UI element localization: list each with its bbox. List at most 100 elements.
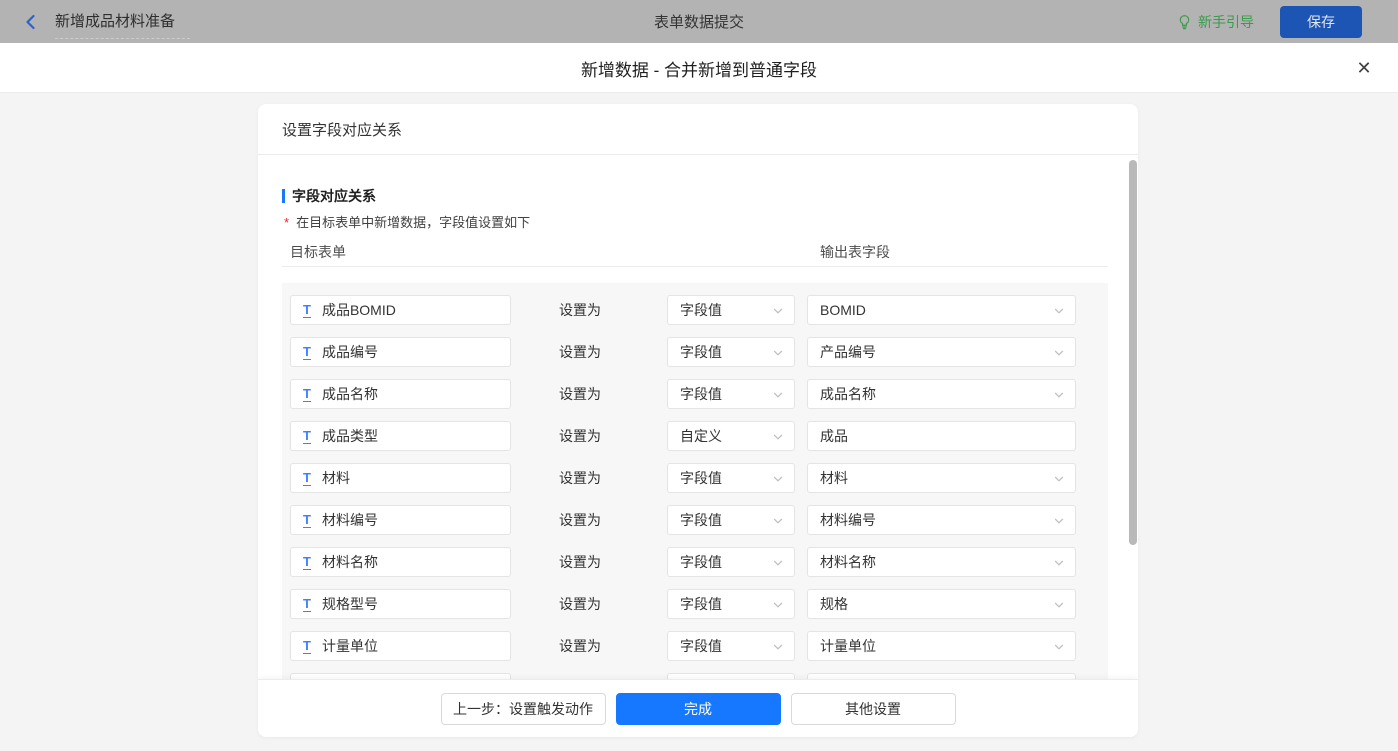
mode-select-value: 字段值	[680, 342, 722, 362]
required-note: *在目标表单中新增数据，字段值设置如下	[284, 212, 530, 231]
mode-select[interactable]: 字段值	[667, 379, 795, 409]
mapping-row: T 成品类型 设置为 自定义 成品	[282, 421, 1108, 451]
other-settings-button[interactable]: 其他设置	[791, 693, 956, 725]
output-select-value: 成品	[820, 426, 848, 446]
section-accent-bar	[282, 189, 285, 203]
chevron-down-icon	[1053, 557, 1065, 569]
text-field-type-icon: T	[303, 597, 311, 612]
set-as-label: 设置为	[559, 295, 601, 325]
chevron-down-icon	[772, 515, 784, 527]
output-field-select[interactable]: 材料名称	[807, 547, 1076, 577]
output-select-value: 产品编号	[820, 342, 876, 362]
output-select-value: 成品名称	[820, 384, 876, 404]
target-field-label: 材料	[322, 468, 350, 488]
target-field-label: 成品BOMID	[322, 300, 396, 320]
custom-value-input[interactable]: 成品	[807, 421, 1076, 451]
output-select-value: 计量单位	[820, 636, 876, 656]
mode-select[interactable]: 字段值	[667, 505, 795, 535]
mode-select-value: 字段值	[680, 552, 722, 572]
chevron-down-icon	[1053, 599, 1065, 611]
target-field-input[interactable]: T 计量单位	[290, 631, 511, 661]
finish-button[interactable]: 完成	[616, 693, 781, 725]
text-field-type-icon: T	[303, 387, 311, 402]
topbar: 新增成品材料准备 表单数据提交 新手引导 保存	[0, 0, 1398, 43]
card-footer: 上一步：设置触发动作 完成 其他设置	[258, 679, 1138, 737]
column-header-divider	[282, 266, 1108, 267]
target-field-input[interactable]: T 成品BOMID	[290, 295, 511, 325]
text-field-type-icon: T	[303, 513, 311, 528]
mode-select-value: 自定义	[680, 426, 722, 446]
set-as-label: 设置为	[559, 505, 601, 535]
output-field-select[interactable]: 产品编号	[807, 337, 1076, 367]
output-field-select[interactable]: 材料	[807, 463, 1076, 493]
target-field-label: 成品类型	[322, 426, 378, 446]
chevron-down-icon	[1053, 305, 1065, 317]
field-mapping-card: 设置字段对应关系 字段对应关系 *在目标表单中新增数据，字段值设置如下 目标表单…	[258, 104, 1138, 737]
target-field-input[interactable]: T 成品类型	[290, 421, 511, 451]
text-field-type-icon: T	[303, 429, 311, 444]
output-select-value: 材料名称	[820, 552, 876, 572]
set-as-label: 设置为	[559, 547, 601, 577]
chevron-down-icon	[772, 641, 784, 653]
output-field-select[interactable]: 材料编号	[807, 505, 1076, 535]
output-field-select[interactable]: 成品名称	[807, 379, 1076, 409]
mapping-row: T 计量单位 设置为 字段值 计量单位	[282, 631, 1108, 661]
guide-lightbulb-icon	[1177, 14, 1192, 30]
output-field-select[interactable]: BOMID	[807, 295, 1076, 325]
close-icon[interactable]: ✕	[1353, 57, 1375, 79]
mapping-row: T 材料名称 设置为 字段值 材料名称	[282, 547, 1108, 577]
target-field-label: 材料名称	[322, 552, 378, 572]
text-field-type-icon: T	[303, 471, 311, 486]
output-select-value: 材料	[820, 468, 848, 488]
topbar-actions: 新手引导 保存	[1177, 0, 1362, 43]
mapping-row: T 材料 设置为 字段值 材料	[282, 463, 1108, 493]
column-header-output-fields: 输出表字段	[820, 242, 890, 262]
target-field-label: 材料编号	[322, 510, 378, 530]
text-field-type-icon: T	[303, 639, 311, 654]
mode-select-value: 字段值	[680, 510, 722, 530]
set-as-label: 设置为	[559, 337, 601, 367]
mapping-row: T 规格型号 设置为 字段值 规格	[282, 589, 1108, 619]
modal-title: 新增数据 - 合并新增到普通字段	[0, 43, 1398, 93]
text-field-type-icon: T	[303, 345, 311, 360]
mapping-row: T 成品编号 设置为 字段值 产品编号	[282, 337, 1108, 367]
mapping-rows-panel: T 成品BOMID 设置为 字段值 BOMID T 成品编号 设置为 字段值	[282, 283, 1108, 679]
previous-step-button[interactable]: 上一步：设置触发动作	[441, 693, 606, 725]
set-as-label: 设置为	[559, 379, 601, 409]
target-field-input[interactable]: T 成品编号	[290, 337, 511, 367]
column-header-target-form: 目标表单	[290, 242, 346, 262]
mode-select[interactable]: 字段值	[667, 631, 795, 661]
target-field-input[interactable]: T 规格型号	[290, 589, 511, 619]
new-user-guide-link[interactable]: 新手引导	[1177, 12, 1254, 32]
chevron-down-icon	[772, 431, 784, 443]
save-button[interactable]: 保存	[1280, 6, 1362, 38]
text-field-type-icon: T	[303, 555, 311, 570]
target-field-input[interactable]: T 材料	[290, 463, 511, 493]
note-text: 在目标表单中新增数据，字段值设置如下	[296, 215, 530, 230]
target-field-input[interactable]: T 成品名称	[290, 379, 511, 409]
mode-select-value: 字段值	[680, 468, 722, 488]
chevron-down-icon	[1053, 347, 1065, 359]
output-field-select[interactable]: 计量单位	[807, 631, 1076, 661]
scrollbar-thumb[interactable]	[1129, 160, 1137, 545]
chevron-down-icon	[772, 389, 784, 401]
chevron-down-icon	[772, 305, 784, 317]
output-field-select[interactable]: 规格	[807, 589, 1076, 619]
target-field-input[interactable]: T 材料名称	[290, 547, 511, 577]
mode-select[interactable]: 字段值	[667, 547, 795, 577]
set-as-label: 设置为	[559, 589, 601, 619]
section-title: 字段对应关系	[292, 186, 376, 206]
mode-select-value: 字段值	[680, 384, 722, 404]
mode-select[interactable]: 字段值	[667, 589, 795, 619]
output-select-value: 规格	[820, 594, 848, 614]
target-field-input[interactable]: T 材料编号	[290, 505, 511, 535]
mode-select[interactable]: 字段值	[667, 463, 795, 493]
mode-select[interactable]: 自定义	[667, 421, 795, 451]
chevron-down-icon	[1053, 515, 1065, 527]
set-as-label: 设置为	[559, 421, 601, 451]
output-select-value: BOMID	[820, 302, 866, 318]
mode-select[interactable]: 字段值	[667, 295, 795, 325]
target-field-label: 计量单位	[322, 636, 378, 656]
mode-select[interactable]: 字段值	[667, 337, 795, 367]
target-field-label: 规格型号	[322, 594, 378, 614]
